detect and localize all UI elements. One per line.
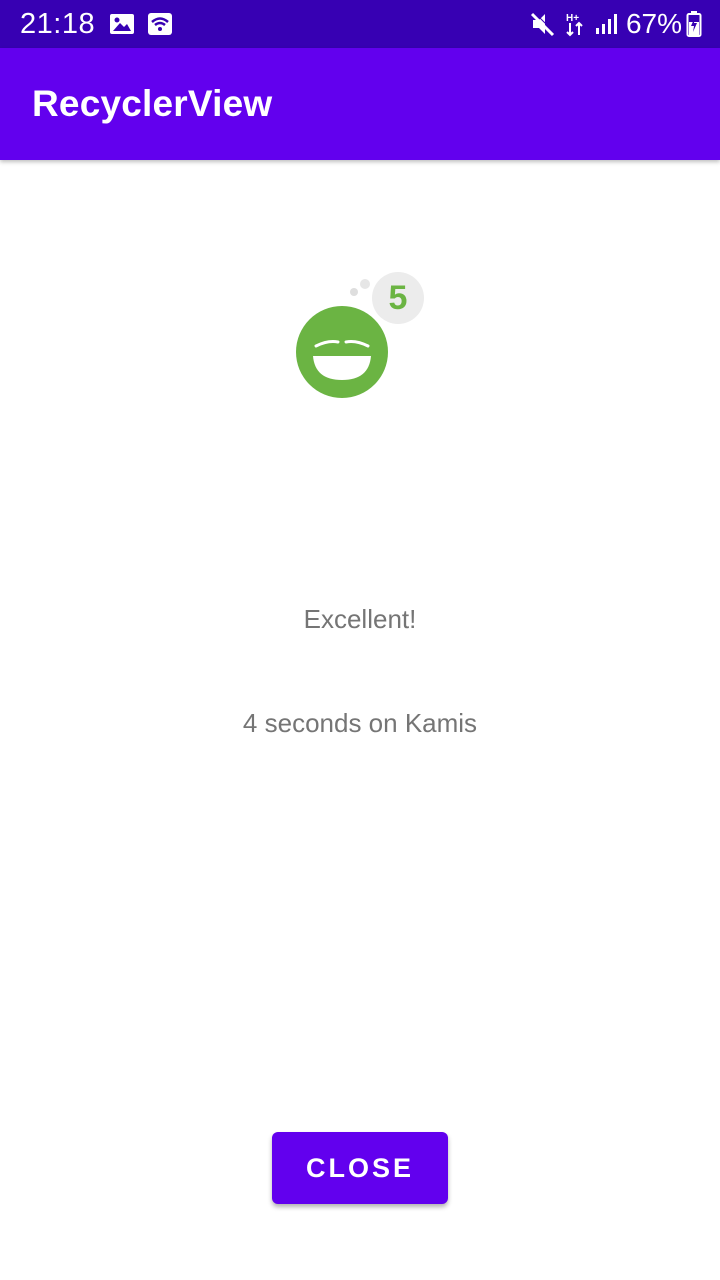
wifi-hotspot-icon — [147, 12, 173, 36]
face-circle — [296, 306, 388, 398]
rating-detail: 4 seconds on Kamis — [242, 708, 478, 738]
app-bar: RecyclerView — [0, 48, 720, 160]
rating-face: 5 — [290, 268, 430, 404]
data-arrows-icon: H+ — [564, 11, 586, 37]
close-button[interactable]: CLOSE — [272, 1132, 448, 1204]
rating-score: 5 — [388, 279, 408, 317]
battery-percent: 67% — [625, 8, 682, 39]
status-right-group: H+ 67% — [530, 8, 702, 40]
image-icon — [109, 12, 135, 36]
app-title: RecyclerView — [32, 83, 273, 124]
rating-label: Excellent! — [303, 604, 417, 634]
status-bar: 21:18 H+ 67% — [0, 0, 720, 48]
battery-charging-icon — [686, 10, 702, 38]
svg-text:H+: H+ — [566, 13, 579, 24]
mute-icon — [530, 11, 556, 37]
signal-icon — [594, 12, 618, 36]
status-time: 21:18 — [20, 7, 96, 40]
